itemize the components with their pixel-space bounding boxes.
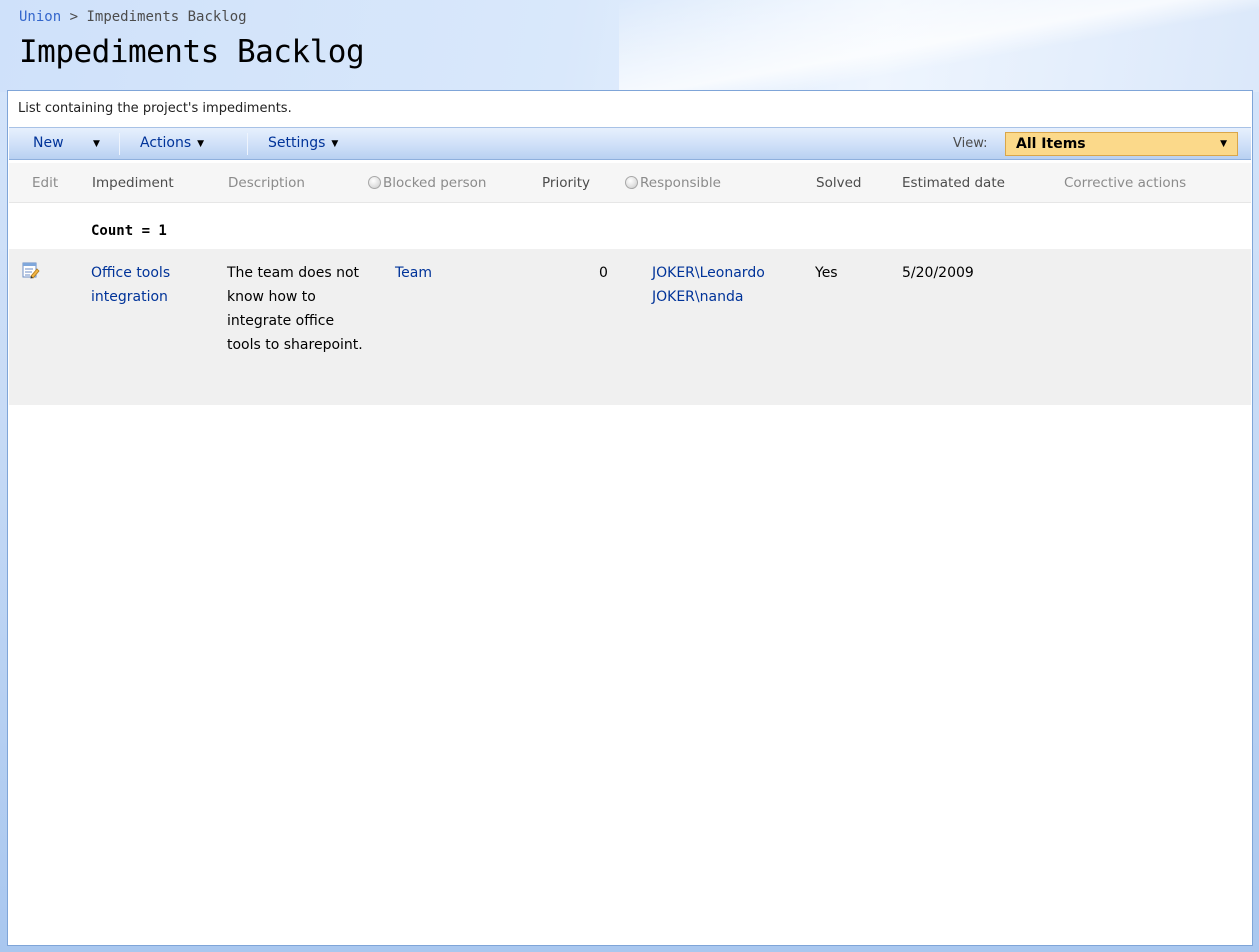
new-button[interactable]: New bbox=[33, 128, 64, 159]
page-title: Impediments Backlog bbox=[19, 34, 365, 70]
breadcrumb-separator: > bbox=[69, 9, 79, 25]
new-button-label: New bbox=[33, 135, 64, 151]
table-header: Edit Impediment Description Blocked pers… bbox=[9, 163, 1251, 203]
group-count: Count = 1 bbox=[91, 223, 167, 239]
chevron-down-icon: ▼ bbox=[331, 139, 339, 149]
column-header-solved[interactable]: Solved bbox=[816, 163, 861, 203]
list-toolbar: New ▼ Actions ▼ Settings ▼ View: All Items… bbox=[9, 127, 1251, 160]
table-row: Office tools integration The team does n… bbox=[9, 249, 1251, 405]
column-header-impediment[interactable]: Impediment bbox=[92, 163, 174, 203]
actions-menu-label: Actions bbox=[140, 135, 192, 151]
presence-radio-icon bbox=[625, 176, 638, 189]
view-select-value: All Items bbox=[1016, 136, 1086, 152]
settings-menu[interactable]: Settings ▼ bbox=[268, 128, 338, 159]
column-header-responsible[interactable]: Responsible bbox=[625, 163, 721, 203]
chevron-down-icon: ▼ bbox=[197, 139, 205, 149]
estimated-date-value: 5/20/2009 bbox=[902, 265, 974, 281]
list-frame: List containing the project's impediment… bbox=[7, 90, 1253, 946]
column-header-blocked-person-label: Blocked person bbox=[383, 175, 487, 191]
column-header-estimated-date[interactable]: Estimated date bbox=[902, 163, 1005, 203]
view-label: View: bbox=[953, 136, 988, 151]
responsible-user-link[interactable]: JOKER\Leonardo bbox=[652, 261, 765, 285]
blocked-person-link[interactable]: Team bbox=[395, 261, 432, 285]
column-header-description[interactable]: Description bbox=[228, 163, 305, 203]
page-header: Union > Impediments Backlog Impediments … bbox=[0, 0, 1259, 92]
solved-value: Yes bbox=[815, 265, 838, 281]
actions-menu[interactable]: Actions ▼ bbox=[140, 128, 204, 159]
column-header-blocked-person[interactable]: Blocked person bbox=[368, 163, 486, 203]
breadcrumb: Union > Impediments Backlog bbox=[19, 9, 247, 25]
impediment-link[interactable]: Office tools integration bbox=[91, 261, 211, 309]
breadcrumb-site-link[interactable]: Union bbox=[19, 9, 61, 25]
column-header-priority[interactable]: Priority bbox=[542, 163, 590, 203]
view-select[interactable]: All Items ▼ bbox=[1005, 132, 1238, 156]
responsible-list: JOKER\Leonardo JOKER\nanda bbox=[652, 261, 765, 309]
chevron-down-icon: ▼ bbox=[1220, 139, 1227, 149]
new-dropdown-button[interactable]: ▼ bbox=[93, 128, 100, 159]
breadcrumb-current: Impediments Backlog bbox=[86, 9, 247, 25]
toolbar-separator bbox=[119, 133, 120, 155]
toolbar-separator bbox=[247, 133, 248, 155]
column-header-edit: Edit bbox=[32, 175, 59, 191]
list-description: List containing the project's impediment… bbox=[18, 91, 1251, 127]
column-header-responsible-label: Responsible bbox=[640, 175, 721, 191]
settings-menu-label: Settings bbox=[268, 135, 326, 151]
responsible-user-link[interactable]: JOKER\nanda bbox=[652, 285, 765, 309]
chevron-down-icon: ▼ bbox=[93, 139, 100, 149]
priority-value: 0 bbox=[599, 265, 608, 281]
header-swoosh bbox=[619, 0, 1259, 92]
impediment-description: The team does not know how to integrate … bbox=[227, 265, 363, 353]
column-header-corrective-actions[interactable]: Corrective actions bbox=[1064, 163, 1186, 203]
edit-item-icon[interactable] bbox=[22, 261, 40, 279]
presence-radio-icon bbox=[368, 176, 381, 189]
